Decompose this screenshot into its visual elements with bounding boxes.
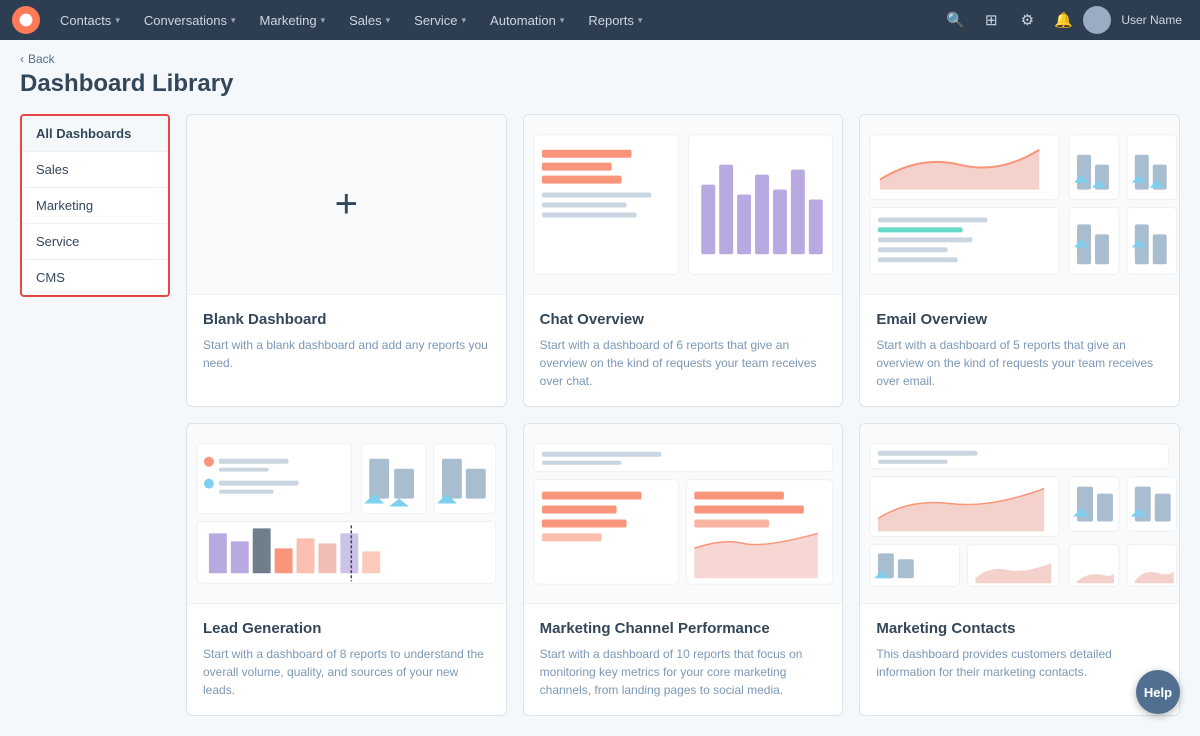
nav-reports[interactable]: Reports▾ xyxy=(576,0,654,40)
lead-preview-chart xyxy=(187,424,506,603)
plus-icon: + xyxy=(335,182,358,227)
settings-icon[interactable]: ⚙ xyxy=(1011,4,1043,36)
card-lead-desc: Start with a dashboard of 8 reports to u… xyxy=(203,645,490,699)
card-blank[interactable]: + Blank Dashboard Start with a blank das… xyxy=(186,114,507,407)
hubspot-logo[interactable] xyxy=(12,6,40,34)
nav-marketing[interactable]: Marketing▾ xyxy=(247,0,337,40)
sidebar-item-marketing[interactable]: Marketing xyxy=(22,188,168,224)
card-blank-body: Blank Dashboard Start with a blank dashb… xyxy=(187,295,506,388)
card-marketing-contacts[interactable]: Marketing Contacts This dashboard provid… xyxy=(859,423,1180,716)
sidebar-item-sales[interactable]: Sales xyxy=(22,152,168,188)
help-button[interactable]: Help xyxy=(1136,670,1180,714)
card-lead-preview xyxy=(187,424,506,604)
card-chat-overview[interactable]: Chat Overview Start with a dashboard of … xyxy=(523,114,844,407)
nav-conversations[interactable]: Conversations▾ xyxy=(132,0,248,40)
back-link[interactable]: ‹ Back xyxy=(20,40,1180,70)
nav-contacts[interactable]: Contacts▾ xyxy=(48,0,132,40)
user-name[interactable]: User Name xyxy=(1115,13,1188,27)
marketing-preview-chart xyxy=(524,424,843,603)
card-marketing-body: Marketing Channel Performance Start with… xyxy=(524,604,843,715)
card-marketing-desc: Start with a dashboard of 10 reports tha… xyxy=(540,645,827,699)
email-preview-chart xyxy=(860,115,1179,294)
card-blank-preview: + xyxy=(187,115,506,295)
chat-preview-chart xyxy=(524,115,843,294)
card-contacts-title: Marketing Contacts xyxy=(876,620,1163,637)
sidebar-item-cms[interactable]: CMS xyxy=(22,260,168,295)
nav-right: 🔍 ⊞ ⚙ 🔔 User Name xyxy=(939,4,1188,36)
card-contacts-body: Marketing Contacts This dashboard provid… xyxy=(860,604,1179,697)
card-email-overview[interactable]: Email Overview Start with a dashboard of… xyxy=(859,114,1180,407)
card-email-preview xyxy=(860,115,1179,295)
sidebar-item-service[interactable]: Service xyxy=(22,224,168,260)
page-title: Dashboard Library xyxy=(20,70,1180,98)
card-blank-title: Blank Dashboard xyxy=(203,311,490,328)
top-nav: Contacts▾ Conversations▾ Marketing▾ Sale… xyxy=(0,0,1200,40)
page-container: ‹ Back Dashboard Library All Dashboards … xyxy=(0,40,1200,736)
nav-items: Contacts▾ Conversations▾ Marketing▾ Sale… xyxy=(48,0,939,40)
content-layout: All Dashboards Sales Marketing Service C… xyxy=(20,114,1180,716)
card-blank-desc: Start with a blank dashboard and add any… xyxy=(203,336,490,372)
card-email-title: Email Overview xyxy=(876,311,1163,328)
sidebar-item-all[interactable]: All Dashboards xyxy=(22,116,168,152)
card-email-desc: Start with a dashboard of 5 reports that… xyxy=(876,336,1163,390)
nav-sales[interactable]: Sales▾ xyxy=(337,0,402,40)
card-email-body: Email Overview Start with a dashboard of… xyxy=(860,295,1179,406)
back-label: Back xyxy=(28,52,55,66)
card-lead-generation[interactable]: Lead Generation Start with a dashboard o… xyxy=(186,423,507,716)
card-marketing-preview xyxy=(524,424,843,604)
card-chat-preview xyxy=(524,115,843,295)
notifications-icon[interactable]: 🔔 xyxy=(1047,4,1079,36)
user-avatar[interactable] xyxy=(1083,6,1111,34)
card-chat-body: Chat Overview Start with a dashboard of … xyxy=(524,295,843,406)
nav-automation[interactable]: Automation▾ xyxy=(478,0,576,40)
nav-service[interactable]: Service▾ xyxy=(402,0,478,40)
card-contacts-preview xyxy=(860,424,1179,604)
card-chat-title: Chat Overview xyxy=(540,311,827,328)
search-icon[interactable]: 🔍 xyxy=(939,4,971,36)
back-arrow-icon: ‹ xyxy=(20,52,24,66)
card-marketing-channel[interactable]: Marketing Channel Performance Start with… xyxy=(523,423,844,716)
contacts-preview-chart xyxy=(860,424,1179,603)
card-contacts-desc: This dashboard provides customers detail… xyxy=(876,645,1163,681)
apps-icon[interactable]: ⊞ xyxy=(975,4,1007,36)
card-chat-desc: Start with a dashboard of 6 reports that… xyxy=(540,336,827,390)
card-lead-body: Lead Generation Start with a dashboard o… xyxy=(187,604,506,715)
cards-grid: + Blank Dashboard Start with a blank das… xyxy=(186,114,1180,716)
category-sidebar: All Dashboards Sales Marketing Service C… xyxy=(20,114,170,297)
card-marketing-title: Marketing Channel Performance xyxy=(540,620,827,637)
card-lead-title: Lead Generation xyxy=(203,620,490,637)
